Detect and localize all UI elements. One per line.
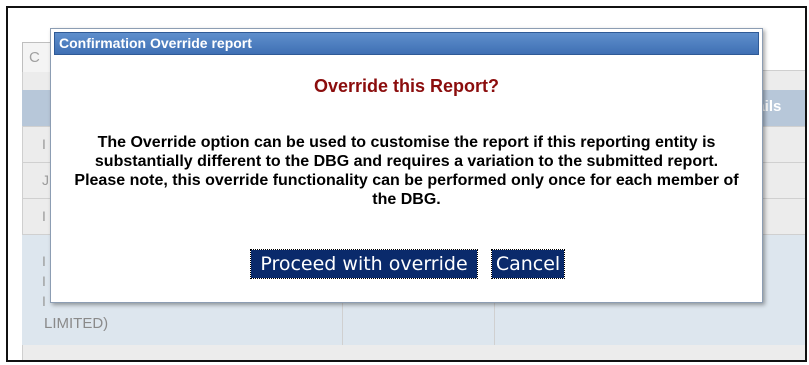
proceed-with-override-button[interactable]: Proceed with override xyxy=(250,249,478,279)
dialog-title: Confirmation Override report xyxy=(59,35,252,51)
page-frame: C etails I J I I I I LIMITED) Confirmati… xyxy=(6,6,807,362)
background-limited-text: LIMITED) xyxy=(44,315,109,332)
confirmation-dialog: Confirmation Override report Override th… xyxy=(50,28,763,303)
dialog-heading: Override this Report? xyxy=(313,76,500,96)
dialog-message: The Override option can be used to custo… xyxy=(74,134,739,208)
background-tab-label: C xyxy=(29,49,40,66)
dialog-title-bar[interactable]: Confirmation Override report xyxy=(54,32,759,55)
cancel-button[interactable]: Cancel xyxy=(491,249,565,279)
